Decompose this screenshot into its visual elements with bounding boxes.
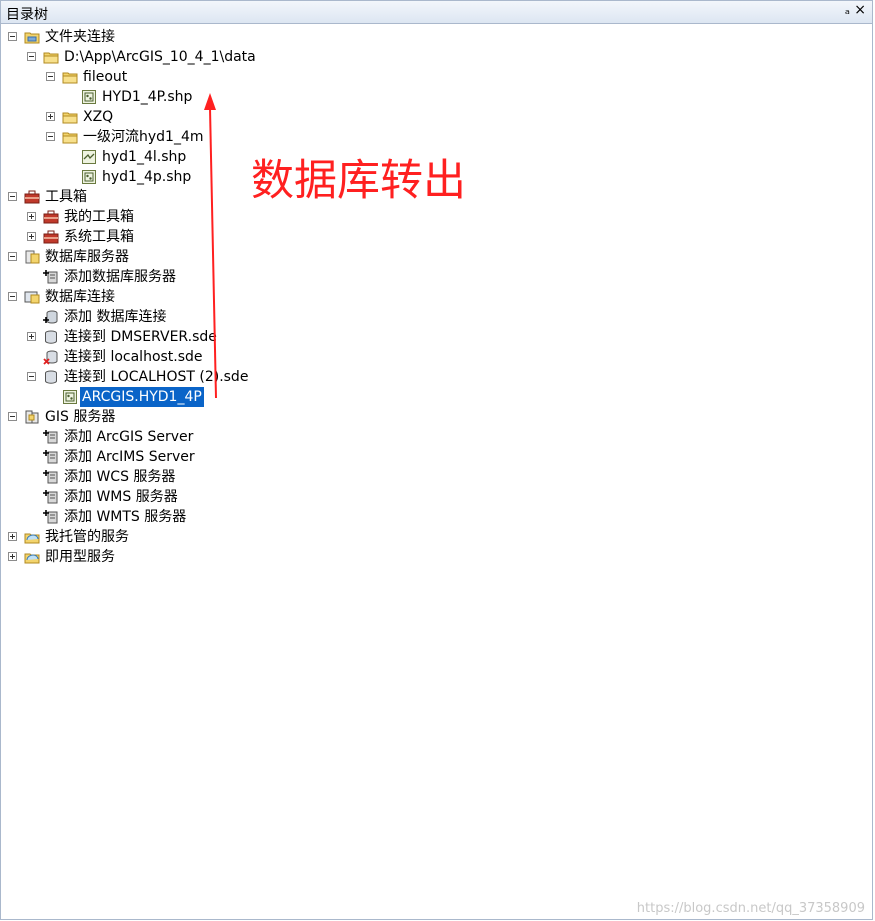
watermark: https://blog.csdn.net/qq_37358909 [636, 901, 865, 916]
annotation-arrow [204, 93, 217, 399]
